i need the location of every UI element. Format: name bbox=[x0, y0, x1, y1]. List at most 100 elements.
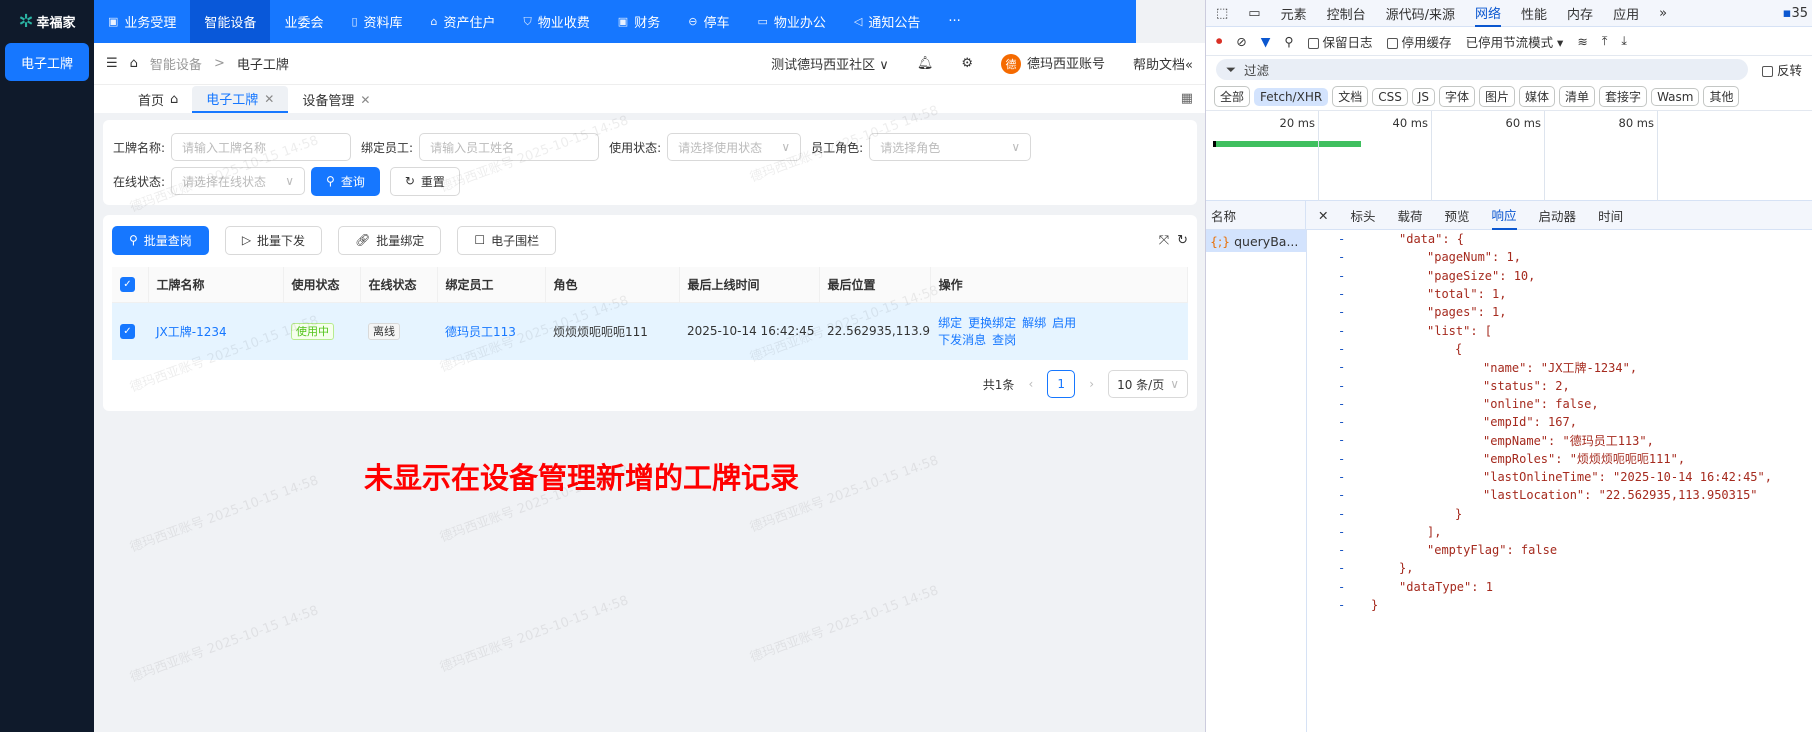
fullscreen-icon[interactable]: ⤧ bbox=[1159, 233, 1169, 248]
invert-checkbox[interactable]: 反转 bbox=[1761, 60, 1802, 79]
badge-name-link[interactable]: JX工牌-1234 bbox=[156, 325, 227, 339]
batch-query-button[interactable]: ⚲ 批量查岗 bbox=[112, 225, 209, 255]
nav-item-label: 业务受理 bbox=[124, 16, 177, 31]
download-icon[interactable]: ⤓ bbox=[1621, 33, 1627, 49]
record-stop-icon[interactable]: ⏺ bbox=[1216, 33, 1222, 49]
logo: ✲ 幸福家 bbox=[0, 0, 94, 43]
throttle-select[interactable]: 已停用节流模式 ▾ bbox=[1466, 32, 1564, 51]
device-toolbar-icon[interactable]: ▭ bbox=[1248, 6, 1260, 21]
bell-icon[interactable]: 🔔︎ bbox=[917, 56, 934, 71]
detail-tab[interactable]: 载荷 bbox=[1398, 206, 1423, 225]
more-tabs-icon[interactable]: » bbox=[1659, 6, 1667, 21]
nav-item[interactable]: ⛉ 物业收费 bbox=[510, 0, 604, 43]
reset-button[interactable]: ↻ 重置 bbox=[389, 166, 460, 196]
tab-home[interactable]: 首页 ⌂ bbox=[124, 86, 192, 113]
location-text: 22.562935,113.9 bbox=[827, 324, 931, 339]
nav-item[interactable]: ··· bbox=[934, 0, 974, 43]
detail-tab[interactable]: 时间 bbox=[1598, 206, 1623, 225]
sidebar-item-badge[interactable]: 电子工牌 bbox=[5, 43, 89, 81]
employee-link[interactable]: 德玛员工113 bbox=[445, 325, 516, 339]
detail-tab[interactable]: 启动器 bbox=[1539, 206, 1577, 225]
nav-item[interactable]: ▣ 财务 bbox=[604, 0, 674, 43]
select-all-checkbox[interactable]: ✓ bbox=[112, 267, 149, 303]
devtools-tab[interactable]: 性能 bbox=[1521, 4, 1547, 23]
status-select[interactable]: 请选择使用状态 ∨ bbox=[667, 133, 802, 161]
type-filter-chip[interactable]: Wasm bbox=[1651, 87, 1700, 106]
devtools-tab[interactable]: 控制台 bbox=[1327, 4, 1366, 23]
breadcrumb-parent[interactable]: 智能设备 bbox=[150, 54, 202, 73]
detail-tab[interactable]: 响应 bbox=[1491, 201, 1517, 230]
type-filter-chip[interactable]: 清单 bbox=[1559, 86, 1596, 107]
action-link[interactable]: 查岗 bbox=[992, 333, 1016, 347]
close-icon[interactable]: ✕ bbox=[360, 93, 370, 107]
inspect-icon[interactable]: ⬚ bbox=[1216, 6, 1228, 21]
action-link[interactable]: 绑定 bbox=[938, 316, 962, 330]
request-row[interactable]: {;} queryBa... bbox=[1206, 230, 1306, 252]
employee-input[interactable]: 请输入员工姓名 bbox=[419, 133, 600, 161]
preserve-log-checkbox[interactable]: 保留日志 bbox=[1307, 32, 1373, 51]
row-checkbox[interactable]: ✓ bbox=[112, 302, 148, 360]
nav-item[interactable]: ◁ 通知公告 bbox=[840, 0, 934, 43]
type-filter-chip[interactable]: Fetch/XHR bbox=[1254, 87, 1329, 106]
type-filter-chip[interactable]: 字体 bbox=[1438, 86, 1475, 107]
community-selector[interactable]: 测试德玛西亚社区 ∨ bbox=[771, 54, 889, 73]
query-button[interactable]: ⚲ 查询 bbox=[311, 166, 380, 196]
role-select[interactable]: 请选择角色 ∨ bbox=[869, 133, 1032, 161]
type-filter-chip[interactable]: 全部 bbox=[1214, 86, 1251, 107]
clear-icon[interactable]: ⊘ bbox=[1236, 34, 1246, 49]
type-filter-chip[interactable]: 其他 bbox=[1703, 86, 1740, 107]
account-menu[interactable]: 德德玛西亚账号 bbox=[1001, 53, 1105, 74]
action-link[interactable]: 解绑 bbox=[1022, 316, 1046, 330]
wifi-settings-icon[interactable]: ≋ bbox=[1577, 34, 1587, 49]
batch-send-button[interactable]: ▷ 批量下发 bbox=[224, 225, 323, 255]
filter-input[interactable]: ⏷ 过滤 bbox=[1216, 59, 1748, 80]
filter-icon[interactable]: ▼ bbox=[1261, 34, 1271, 49]
refresh-icon[interactable]: ↻ bbox=[1177, 233, 1188, 248]
type-filter-chip[interactable]: 文档 bbox=[1332, 86, 1369, 107]
devtools-tab[interactable]: 应用 bbox=[1613, 4, 1639, 23]
devtools-tab[interactable]: 内存 bbox=[1567, 4, 1593, 23]
name-input[interactable]: 请输入工牌名称 bbox=[171, 133, 352, 161]
action-link[interactable]: 下发消息 bbox=[938, 333, 986, 347]
disable-cache-checkbox[interactable]: 停用缓存 bbox=[1386, 32, 1452, 51]
close-icon[interactable]: ✕ bbox=[264, 92, 274, 106]
type-filter-chip[interactable]: 媒体 bbox=[1519, 86, 1556, 107]
action-link[interactable]: 更换绑定 bbox=[968, 316, 1016, 330]
next-page-icon[interactable]: › bbox=[1089, 377, 1094, 391]
nav-item[interactable]: 业委会 bbox=[270, 0, 337, 43]
devtools-tab[interactable]: 源代码/来源 bbox=[1386, 4, 1455, 23]
detail-tab[interactable]: 预览 bbox=[1445, 206, 1470, 225]
response-line: - "data": { bbox=[1306, 230, 1812, 248]
nav-item[interactable]: ⌂ 资产住户 bbox=[417, 0, 510, 43]
page-size-select[interactable]: 10 条/页 ∨ bbox=[1108, 370, 1188, 398]
grid-icon[interactable]: ▦ bbox=[1181, 91, 1193, 106]
gear-icon[interactable]: ⚙ bbox=[961, 56, 973, 71]
type-filter-chip[interactable]: CSS bbox=[1372, 87, 1408, 106]
devtools-tab[interactable]: 网络 bbox=[1475, 0, 1502, 27]
issues-badge[interactable]: ▪35 bbox=[1783, 6, 1808, 21]
tab-device-management[interactable]: 设备管理 ✕ bbox=[288, 86, 384, 113]
nav-item[interactable]: ⊖ 停车 bbox=[674, 0, 743, 43]
type-filter-chip[interactable]: 图片 bbox=[1479, 86, 1516, 107]
nav-item[interactable]: ▣ 业务受理 bbox=[94, 0, 190, 43]
close-icon[interactable]: ✕ bbox=[1318, 208, 1328, 223]
tab-badge[interactable]: 电子工牌 ✕ bbox=[192, 86, 289, 113]
help-docs-link[interactable]: 帮助文档« bbox=[1133, 54, 1193, 73]
batch-bind-button[interactable]: 🔗︎ 批量绑定 bbox=[338, 225, 442, 255]
devtools-tab[interactable]: 元素 bbox=[1281, 4, 1307, 23]
detail-tab[interactable]: 标头 bbox=[1350, 206, 1375, 225]
fence-button[interactable]: ☐ 电子围栏 bbox=[457, 225, 557, 255]
nav-item[interactable]: ▭ 物业办公 bbox=[743, 0, 839, 43]
search-icon[interactable]: ⚲ bbox=[1284, 34, 1293, 49]
action-link[interactable]: 启用 bbox=[1052, 316, 1076, 330]
upload-icon[interactable]: ⤒ bbox=[1602, 33, 1608, 49]
menu-collapse-icon[interactable]: ☰ bbox=[106, 56, 118, 71]
nav-item[interactable]: 智能设备 bbox=[190, 0, 271, 43]
page-1[interactable]: 1 bbox=[1047, 370, 1076, 398]
home-icon[interactable]: ⌂ bbox=[130, 56, 138, 71]
type-filter-chip[interactable]: JS bbox=[1411, 87, 1435, 106]
type-filter-chip[interactable]: 套接字 bbox=[1599, 86, 1648, 107]
nav-item[interactable]: ▯ 资料库 bbox=[337, 0, 416, 43]
prev-page-icon[interactable]: ‹ bbox=[1028, 377, 1033, 391]
online-select[interactable]: 请选择在线状态 ∨ bbox=[171, 167, 306, 195]
